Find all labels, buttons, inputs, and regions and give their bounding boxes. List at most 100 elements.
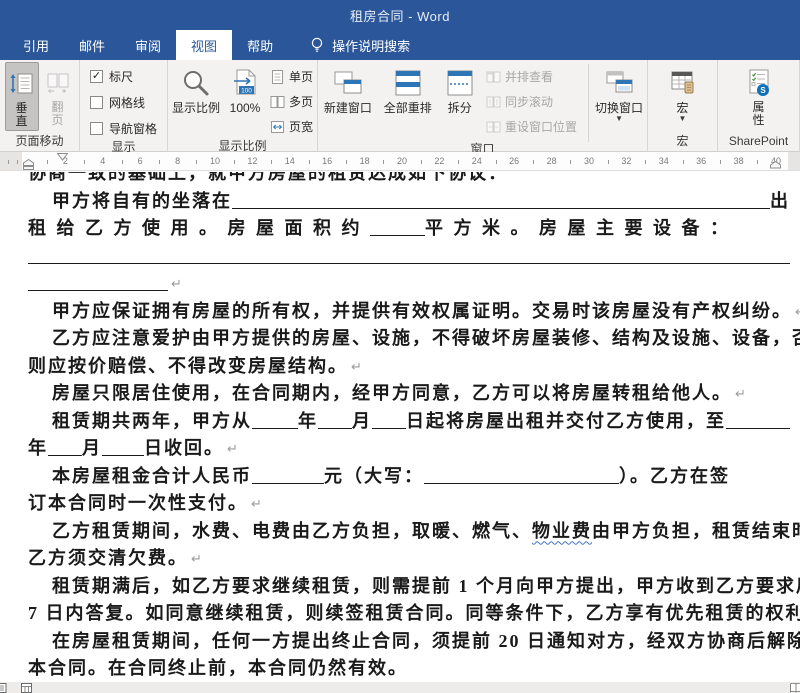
doc-text: 协商一致的基础上，就甲方房屋的租赁达成如下协议： [28,172,508,185]
tab-mailings[interactable]: 邮件 [64,30,120,60]
blank-underline [102,455,144,456]
macros-button[interactable]: 宏 ▼ [659,62,707,134]
doc-text: 元（大写： [324,462,424,488]
ruler-number: 4 [100,155,105,167]
ruler-tick [84,160,85,164]
ruler-tick [645,160,646,164]
doc-line[interactable]: 本合同。在合同终止前，本合同仍然有效。 [28,653,790,681]
doc-line[interactable]: 乙方须交清欠费。↵ [28,543,790,571]
read-mode-status-icon[interactable] [790,683,800,693]
window-title: 租房合同 - Word [350,6,450,25]
doc-text: 本房屋租金合计人民币 [52,462,252,488]
switch-windows-icon [604,65,634,101]
properties-button[interactable]: S 属性 [737,62,781,134]
arrange-all-button[interactable]: 全部重排 [378,62,438,134]
doc-line[interactable]: 则应按价赔偿、不得改变房屋结构。↵ [28,350,790,378]
right-indent-marker[interactable] [770,161,781,169]
doc-text: 平方米。房屋主要设备： [425,214,739,240]
doc-line[interactable]: 本房屋租金合计人民币元（大写：）。乙方在签 [28,460,790,488]
ruler-tick [159,160,160,164]
switch-windows-button[interactable]: 切换窗口 ▼ [591,62,647,134]
properties-label: 属性 [752,101,766,127]
split-button[interactable]: 拆分 [438,62,482,134]
doc-line[interactable] [28,240,790,268]
doc-text: 甲方将自有的坐落在 [52,187,232,213]
multiple-pages-icon [270,94,285,110]
blank-underline [370,235,425,236]
split-icon [445,65,475,101]
doc-line[interactable]: 房屋只限居住使用，在合同期内，经甲方同意，乙方可以将房屋转租给他人。↵ [28,378,790,406]
tab-view[interactable]: 视图 [176,30,232,60]
ruler-number: 16 [322,155,332,167]
new-window-button[interactable]: 新建窗口 [318,62,378,134]
page-width-button[interactable]: 页宽 [266,114,316,139]
magnifier-icon [181,65,211,101]
navigation-pane-checkbox[interactable]: 导航窗格 [90,116,157,140]
properties-icon: S [745,65,773,101]
switch-windows-label: 切换窗口 [595,101,643,115]
chevron-down-icon: ▼ [615,115,623,123]
doc-line[interactable]: 乙方租赁期间，水费、电费由乙方负担，取暖、燃气、物业费由甲方负担，租赁结束时， [28,515,790,543]
doc-line[interactable]: 在房屋租赁期间，任何一方提出终止合同，须提前 20 日通知对方，经双方协商后解除 [28,625,790,653]
zoom-100-button[interactable]: 100 100% [224,62,266,134]
blank-underline [318,428,352,429]
doc-line[interactable]: 年月日收回。↵ [28,433,790,461]
doc-text: 日起将房屋出租并交付乙方使用，至 [406,407,726,433]
vertical-scroll-icon [9,66,35,102]
doc-line[interactable]: ↵ [28,268,790,296]
ruler-tick [271,160,272,164]
one-page-button[interactable]: 单页 [266,64,316,89]
gridlines-checkbox[interactable]: 网格线 [90,90,145,114]
page-width-icon [270,119,285,135]
doc-text: 在房屋租赁期间，任何一方提出终止合同，须提前 20 日通知对方，经双方协商后解除 [52,627,800,653]
paragraph-mark: ↵ [735,387,746,402]
grid-status-icon[interactable] [21,683,32,693]
doc-line[interactable]: 甲方应保证拥有房屋的所有权，并提供有效权属证明。交易时该房屋没有产权纠纷。↵ [28,295,790,323]
left-indent-marker[interactable] [23,159,34,170]
side-to-side-icon [45,65,71,101]
zoom-label: 显示比例 [172,101,220,115]
doc-line[interactable]: 租赁期满后，如乙方要求继续租赁，则需提前 1 个月向甲方提出，甲方收到乙方要求后 [28,570,790,598]
doc-line[interactable]: 甲方将自有的坐落在出 [28,185,790,213]
ruler-tick [608,160,609,164]
vertical-button[interactable]: 垂直 [5,62,39,131]
blank-underline-fill [28,263,790,264]
ruler-tick [234,160,235,164]
doc-line[interactable]: 7 日内答复。如同意继续租赁，则续签租赁合同。同等条件下，乙方享有优先租赁的权利… [28,598,790,626]
ruler-number: 36 [696,155,706,167]
doc-line[interactable]: 协商一致的基础上，就甲方房屋的租赁达成如下协议： [28,172,790,185]
doc-line[interactable]: 乙方应注意爱护由甲方提供的房屋、设施，不得破坏房屋装修、结构及设施、设备，否 [28,323,790,351]
tellme-search[interactable]: 操作说明搜索 [310,30,410,60]
horizontal-ruler[interactable]: 246810121416182022242628303234363840 [0,152,800,171]
ruler-tick [421,160,422,164]
doc-line[interactable]: 租赁期共两年，甲方从年月日起将房屋出租并交付乙方使用，至 [28,405,790,433]
ruler-checkbox[interactable]: ✓ 标尺 [90,64,133,88]
group-zoom: 显示比例 100 100% [168,60,318,151]
zoom-button[interactable]: 显示比例 [168,62,224,134]
blank-underline-fill [232,208,770,209]
document-status-icon[interactable] [0,683,7,693]
reset-window-position-icon [486,120,501,134]
doc-text: 7 日内答复。如同意继续租赁，则续签租赁合同。同等条件下，乙方享有优先租赁的权利… [28,599,800,625]
ruler-tick [196,160,197,164]
ruler-tick [47,160,48,164]
doc-line[interactable]: 租给乙方使用。房屋面积约平方米。房屋主要设备： [28,213,790,241]
group-show: ✓ 标尺 网格线 导航窗格 显示 [80,60,168,151]
group-macros: 宏 ▼ 宏 [648,60,718,151]
first-line-indent-marker[interactable] [57,153,68,161]
tab-references[interactable]: 引用 [8,30,64,60]
document-page[interactable]: 协商一致的基础上，就甲方房屋的租赁达成如下协议：甲方将自有的坐落在出租给乙方使用… [0,171,800,685]
blank-underline [252,428,298,429]
multiple-pages-button[interactable]: 多页 [266,89,316,114]
paragraph-mark: ↵ [191,552,202,567]
blank-underline [424,483,619,484]
ruler-tick [720,160,721,164]
ruler-number: 18 [360,155,370,167]
doc-line[interactable]: 订本合同时一次性支付。↵ [28,488,790,516]
titlebar: 租房合同 - Word [0,0,800,30]
ruler-number: 20 [397,155,407,167]
side-by-side-icon [486,70,501,84]
tab-review[interactable]: 审阅 [120,30,176,60]
paragraph-mark: ↵ [251,497,262,512]
tab-help[interactable]: 帮助 [232,30,288,60]
